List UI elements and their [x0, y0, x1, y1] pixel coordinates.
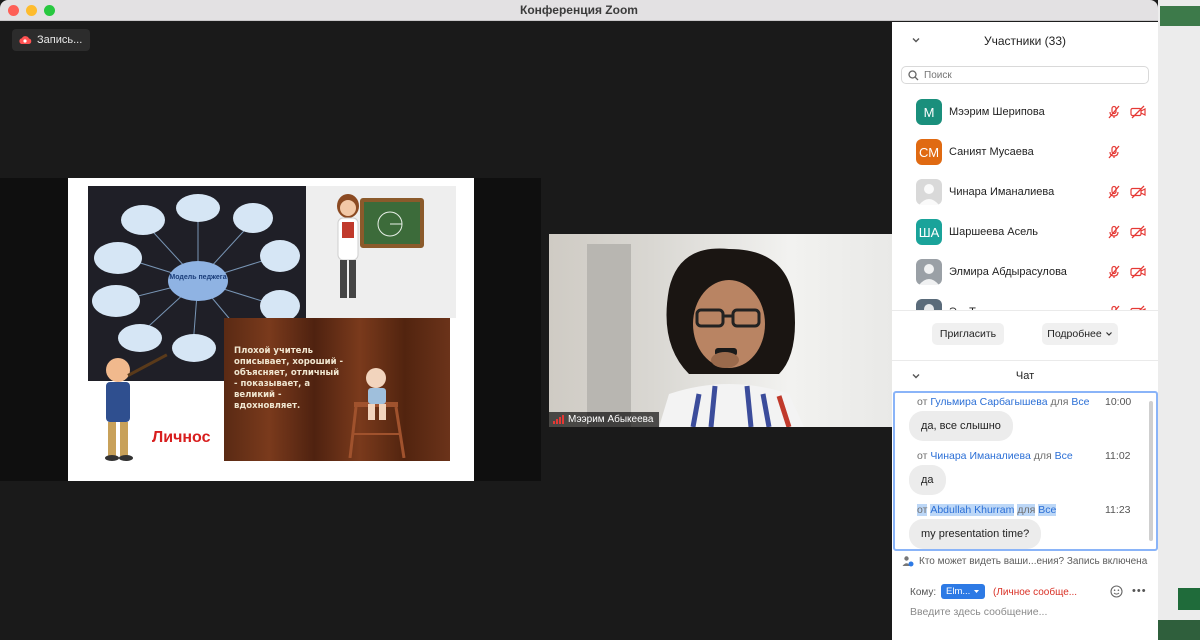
participant-name: Шаршеева Асель — [949, 226, 1039, 238]
participant-list: М Мээрим Шерипова СМ Саният Мусаева Чинара И… — [892, 92, 1158, 310]
mic-muted-icon[interactable] — [1107, 225, 1121, 239]
participant-row[interactable]: М Мээрим Шерипова — [892, 92, 1158, 132]
participant-row[interactable]: СМ Саният Мусаева — [892, 132, 1158, 172]
participant-video-person — [659, 248, 804, 427]
recipient-name: Все — [1038, 504, 1057, 516]
slide-bottom-word: Личнос — [152, 429, 211, 446]
participant-row[interactable]: Э... Т... — [892, 292, 1158, 310]
avatar: ША — [916, 219, 942, 245]
chat-message-meta: от Чинара Иманалиева для Все — [917, 450, 1073, 462]
search-icon — [908, 69, 919, 80]
participants-footer: Пригласить Подробнее — [892, 310, 1158, 360]
sender-name[interactable]: Гульмира Сарбагышева — [930, 396, 1047, 408]
participant-name: Саният Мусаева — [949, 146, 1034, 158]
signal-bars-icon — [553, 415, 564, 424]
avatar — [916, 259, 942, 285]
participant-row[interactable]: ША Шаршеева Асель — [892, 212, 1158, 252]
for-label: для — [1050, 396, 1069, 408]
video-off-icon[interactable] — [1130, 265, 1146, 279]
participants-title: Участники (33) — [983, 34, 1066, 48]
chat-recipient-row: Кому: Elm... (Личное сообще... ••• — [892, 582, 1158, 602]
chat-messages[interactable]: от Гульмира Сарбагышева для Все 10:00 да, … — [893, 391, 1158, 551]
avatar — [916, 179, 942, 205]
sender-name[interactable]: Abdullah Khurram — [930, 504, 1015, 516]
quote-image: Плохой учитель описывает, хороший - объя… — [224, 318, 450, 461]
participant-name: Мээрим Шерипова — [949, 106, 1045, 118]
avatar: СМ — [916, 139, 942, 165]
participant-name: Чинара Иманалиева — [949, 186, 1055, 198]
emoji-icon[interactable] — [1110, 585, 1123, 598]
mic-muted-icon[interactable] — [1107, 185, 1121, 199]
chat-title: Чат — [1015, 369, 1035, 382]
for-label: для — [1017, 504, 1036, 516]
from-label: от — [917, 450, 928, 462]
video-off-icon[interactable] — [1130, 185, 1146, 199]
cloud-record-icon — [18, 35, 32, 45]
to-label: Кому: — [910, 586, 937, 598]
recipient-name: Все — [1054, 450, 1073, 462]
video-name-tag: Мээрим Абыкеева — [549, 412, 660, 427]
more-button[interactable]: Подробнее — [1042, 323, 1118, 345]
private-message-label: (Личное сообще... — [993, 586, 1078, 598]
chat-scrollbar[interactable] — [1149, 401, 1153, 541]
quote-text: Плохой учитель описывает, хороший - объя… — [234, 346, 344, 411]
mic-muted-icon[interactable] — [1107, 265, 1121, 279]
chat-message-meta: от Abdullah Khurram для Все — [917, 504, 1057, 516]
blackboard-icon — [360, 198, 424, 248]
avatar — [916, 299, 942, 310]
message-time: 11:23 — [1105, 504, 1131, 516]
message-bubble: my presentation time? — [909, 519, 1042, 549]
people-icon — [902, 556, 914, 567]
participant-row[interactable]: Чинара Иманалиева — [892, 172, 1158, 212]
recipient-name: Все — [1071, 396, 1090, 408]
meeting-stage: Запись... Модель педжега Плохой учитель … — [0, 22, 892, 640]
participant-name: Элмира Абдырасулова — [949, 266, 1067, 278]
mic-muted-icon[interactable] — [1107, 105, 1121, 119]
message-time: 11:02 — [1105, 450, 1131, 462]
from-label: от — [917, 396, 928, 408]
more-options-icon[interactable]: ••• — [1132, 585, 1147, 597]
background-window — [1158, 0, 1200, 640]
mic-muted-icon[interactable] — [1107, 145, 1121, 159]
video-off-icon[interactable] — [1130, 225, 1146, 239]
from-label: от — [917, 504, 928, 516]
message-bubble: да — [909, 465, 946, 495]
chat-header: Чат — [892, 360, 1158, 390]
chat-visibility-note[interactable]: Кто может видеть ваши...ения? Запись вкл… — [902, 555, 1147, 567]
recipient-select[interactable]: Elm... — [941, 584, 986, 599]
zoom-window: Конференция Zoom Запись... Модель педжег… — [0, 0, 1158, 640]
chevron-down-icon[interactable] — [910, 34, 922, 46]
for-label: для — [1033, 450, 1052, 462]
teacher-figure-icon — [330, 188, 366, 308]
invite-button[interactable]: Пригласить — [932, 323, 1004, 345]
participant-search[interactable] — [901, 66, 1149, 84]
recipient-value: Elm... — [946, 586, 971, 597]
presentation-slide: Модель педжега Плохой учитель описывает,… — [68, 178, 474, 481]
avatar: М — [916, 99, 942, 125]
shared-screen: Модель педжега Плохой учитель описывает,… — [0, 178, 541, 481]
recording-button[interactable]: Запись... — [12, 29, 91, 51]
more-button-label: Подробнее — [1047, 328, 1102, 340]
chat-message-input[interactable] — [910, 606, 1140, 618]
participants-header: Участники (33) — [892, 22, 1158, 60]
caret-down-icon — [974, 590, 980, 593]
message-bubble: да, все слышно — [909, 411, 1013, 441]
chat-message-meta: от Гульмира Сарбагышева для Все — [917, 396, 1089, 408]
recording-label: Запись... — [37, 34, 83, 46]
video-off-icon[interactable] — [1130, 105, 1146, 119]
search-input[interactable] — [924, 69, 1124, 81]
participant-video[interactable]: Мээрим Абыкеева — [549, 234, 892, 427]
visibility-text: Кто может видеть ваши...ения? Запись вкл… — [919, 555, 1148, 567]
participant-row[interactable]: Элмира Абдырасулова — [892, 252, 1158, 292]
sender-name[interactable]: Чинара Иманалиева — [930, 450, 1030, 462]
window-title: Конференция Zoom — [520, 3, 638, 17]
baby-in-chair-icon — [348, 368, 406, 458]
title-bar: Конференция Zoom — [0, 0, 1158, 21]
chevron-down-icon[interactable] — [910, 370, 922, 382]
chevron-down-icon — [1105, 332, 1112, 336]
mind-map-center-label: Модель педжега — [169, 274, 226, 281]
message-time: 10:00 — [1105, 396, 1132, 408]
video-participant-name: Мээрим Абыкеева — [568, 414, 654, 425]
side-panel: Участники (33) М Мээрим Шерипова СМ Саният … — [892, 22, 1158, 640]
